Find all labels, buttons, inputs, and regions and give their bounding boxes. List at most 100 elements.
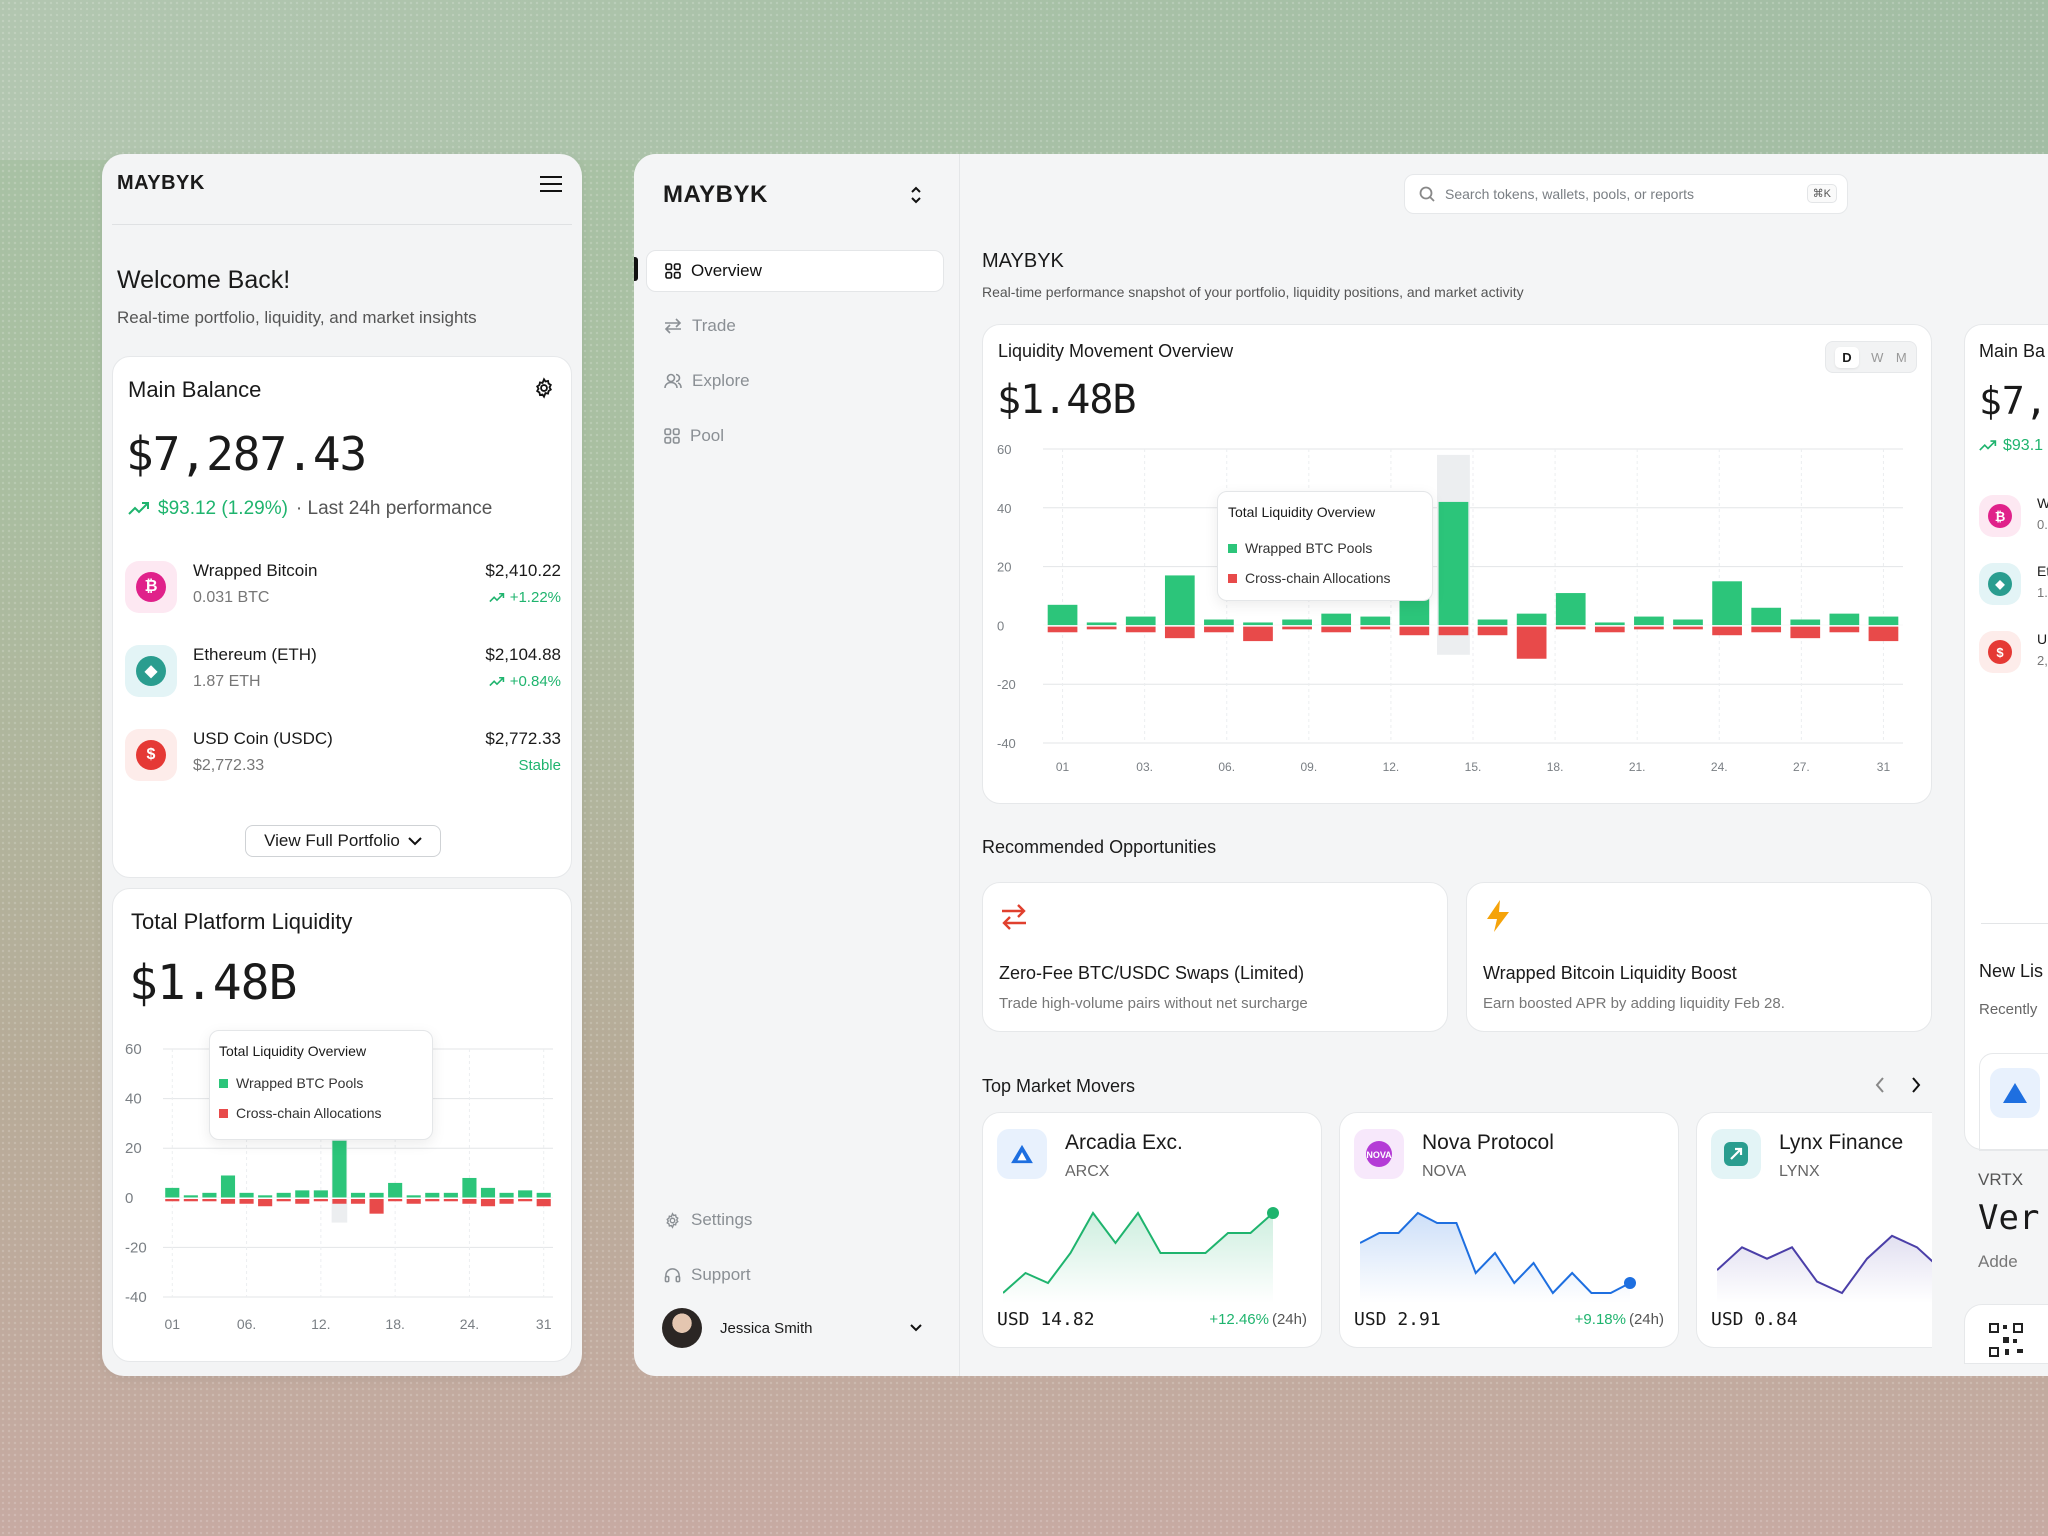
bar-crosschain[interactable] [499, 1198, 514, 1204]
opportunity-card[interactable]: Zero-Fee BTC/USDC Swaps (Limited) Trade … [982, 882, 1448, 1032]
bar-btc-pools[interactable] [499, 1192, 514, 1198]
chevron-right-icon[interactable] [1910, 1076, 1922, 1094]
bar-crosschain[interactable] [1477, 626, 1508, 636]
bar-crosschain[interactable] [1673, 626, 1703, 630]
qr-card[interactable] [1964, 1304, 2048, 1364]
bar-btc-pools[interactable] [1360, 616, 1391, 626]
asset-row[interactable]: ₿ Wrapped Bitcoin 0.031 BTC $2,410.22 +1.22% [125, 557, 561, 617]
bar-btc-pools[interactable] [1594, 622, 1625, 626]
bar-btc-pools[interactable] [369, 1192, 384, 1198]
mover-card[interactable]: Lynx FinanceLYNXUSD 0.84↑ [1696, 1112, 1932, 1348]
bar-crosschain[interactable] [1829, 626, 1860, 633]
bar-btc-pools[interactable] [1477, 619, 1508, 626]
bar-crosschain[interactable] [480, 1198, 496, 1207]
bar-crosschain[interactable] [276, 1198, 291, 1202]
bar-crosschain[interactable] [425, 1198, 440, 1202]
bar-crosschain[interactable] [406, 1198, 421, 1204]
bar-crosschain[interactable] [313, 1198, 328, 1202]
bar-btc-pools[interactable] [536, 1192, 551, 1198]
bar-btc-pools[interactable] [1516, 613, 1547, 626]
bar-btc-pools[interactable] [202, 1192, 217, 1198]
bar-btc-pools[interactable] [1790, 619, 1821, 626]
bar-crosschain[interactable] [369, 1198, 384, 1214]
bar-crosschain[interactable] [183, 1198, 198, 1202]
bar-btc-pools[interactable] [276, 1192, 291, 1198]
bar-btc-pools[interactable] [1243, 622, 1273, 626]
bar-btc-pools[interactable] [1204, 619, 1234, 626]
bar-crosschain[interactable] [536, 1198, 551, 1207]
bar-btc-pools[interactable] [1751, 607, 1782, 626]
bar-crosschain[interactable] [1399, 626, 1430, 636]
bar-btc-pools[interactable] [295, 1190, 310, 1198]
asset-row[interactable]: $ USD Coin (USDC) $2,772.33 $2,772.33 Stable [125, 725, 561, 785]
bar-btc-pools[interactable] [425, 1192, 440, 1198]
bar-crosschain[interactable] [1360, 626, 1391, 630]
opportunity-card[interactable]: Wrapped Bitcoin Liquidity Boost Earn boo… [1466, 882, 1932, 1032]
bar-crosschain[interactable] [1634, 626, 1664, 630]
range-month-button[interactable]: M [1896, 350, 1907, 365]
bar-btc-pools[interactable] [1555, 593, 1586, 626]
bar-crosschain[interactable] [1712, 626, 1742, 636]
avatar[interactable] [662, 1308, 702, 1348]
bar-btc-pools[interactable] [1086, 622, 1117, 626]
bar-btc-pools[interactable] [258, 1195, 273, 1198]
sidebar-item-settings[interactable]: Settings [646, 1199, 944, 1241]
sidebar-item-explore[interactable]: Explore [646, 360, 944, 402]
bar-crosschain[interactable] [1282, 626, 1312, 630]
bar-btc-pools[interactable] [462, 1177, 477, 1198]
bar-crosschain[interactable] [332, 1198, 347, 1204]
bar-btc-pools[interactable] [183, 1195, 198, 1198]
view-portfolio-button[interactable]: View Full Portfolio [245, 825, 441, 857]
gear-icon[interactable] [533, 377, 555, 399]
bar-crosschain[interactable] [239, 1198, 254, 1204]
listing-card[interactable] [1979, 1053, 2048, 1151]
bar-btc-pools[interactable] [1047, 604, 1078, 626]
search-input[interactable]: Search tokens, wallets, pools, or report… [1445, 186, 1694, 202]
bar-crosschain[interactable] [1125, 626, 1156, 633]
bar-crosschain[interactable] [1868, 626, 1899, 642]
bar-crosschain[interactable] [1204, 626, 1234, 633]
mover-card[interactable]: NOVA Nova Protocol NOVA USD 2.91 +9.18% (24h) [1339, 1112, 1679, 1348]
bar-btc-pools[interactable] [1282, 619, 1312, 626]
bar-crosschain[interactable] [165, 1198, 180, 1202]
search-bar[interactable]: Search tokens, wallets, pools, or report… [1404, 174, 1848, 214]
bar-btc-pools[interactable] [1438, 501, 1469, 626]
bar-btc-pools[interactable] [406, 1195, 421, 1198]
bar-btc-pools[interactable] [1164, 575, 1195, 626]
bar-btc-pools[interactable] [1673, 619, 1703, 626]
bar-btc-pools[interactable] [220, 1175, 236, 1198]
bar-btc-pools[interactable] [332, 1140, 347, 1198]
chevron-left-icon[interactable] [1874, 1076, 1886, 1094]
bar-btc-pools[interactable] [1868, 616, 1899, 626]
bar-crosschain[interactable] [220, 1198, 236, 1204]
bar-btc-pools[interactable] [313, 1190, 328, 1198]
sidebar-item-trade[interactable]: Trade [646, 305, 944, 347]
bar-btc-pools[interactable] [1321, 613, 1352, 626]
bar-crosschain[interactable] [1047, 626, 1078, 633]
bar-crosschain[interactable] [462, 1198, 477, 1204]
bar-btc-pools[interactable] [480, 1187, 496, 1198]
bar-btc-pools[interactable] [1712, 581, 1742, 626]
bar-crosschain[interactable] [1751, 626, 1782, 633]
bar-btc-pools[interactable] [1829, 613, 1860, 626]
bar-btc-pools[interactable] [239, 1192, 254, 1198]
bar-crosschain[interactable] [1164, 626, 1195, 639]
mover-card[interactable]: Arcadia Exc. ARCX USD 14.82 +12.46% (24h) [982, 1112, 1322, 1348]
bar-crosschain[interactable] [443, 1198, 458, 1202]
bar-btc-pools[interactable] [165, 1187, 180, 1198]
asset-row[interactable]: ◆ Ethereum (ETH) 1.87 ETH $2,104.88 +0.84% [125, 641, 561, 701]
bar-crosschain[interactable] [388, 1198, 403, 1202]
sidebar-item-pool[interactable]: Pool [646, 415, 944, 457]
bar-crosschain[interactable] [518, 1198, 533, 1202]
bar-crosschain[interactable] [1243, 626, 1273, 642]
bar-btc-pools[interactable] [518, 1190, 533, 1198]
bar-crosschain[interactable] [350, 1198, 366, 1204]
bar-crosschain[interactable] [258, 1198, 273, 1207]
bar-crosschain[interactable] [1790, 626, 1821, 639]
bar-crosschain[interactable] [1594, 626, 1625, 633]
sidebar-item-overview[interactable]: Overview [646, 250, 944, 292]
bar-crosschain[interactable] [1438, 626, 1469, 636]
chevron-down-icon[interactable] [910, 1324, 922, 1332]
range-week-button[interactable]: W [1871, 350, 1883, 365]
bar-btc-pools[interactable] [388, 1182, 403, 1198]
